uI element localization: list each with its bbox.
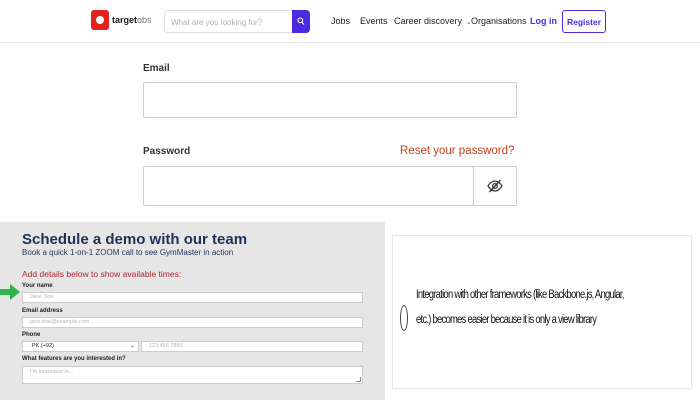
nav-jobs[interactable]: Jobs: [331, 16, 350, 26]
demo-phone-input[interactable]: 123 456 7890: [141, 341, 363, 352]
demo-features-textarea[interactable]: I'm interested in...: [22, 366, 363, 384]
password-label: Password: [143, 146, 191, 157]
email-label: Email: [143, 63, 170, 74]
search-input[interactable]: [171, 16, 291, 29]
demo-email-label: Email address: [22, 308, 63, 314]
option-radio[interactable]: [400, 305, 408, 331]
demo-phone-label: Phone: [22, 332, 41, 338]
country-code-select[interactable]: PK (+92) ⌄: [22, 341, 139, 352]
demo-email-input[interactable]: jane.doe@example.com: [22, 317, 363, 328]
panel-gap: [385, 222, 393, 400]
logo-mark-icon: [91, 10, 109, 30]
page: targetobs Jobs Events Career discovery⌄ …: [0, 0, 700, 400]
nav-career-label: Career discovery: [394, 16, 463, 26]
demo-features-label: What features are you interested in?: [22, 356, 126, 362]
site-logo[interactable]: targetobs: [91, 10, 152, 30]
register-button[interactable]: Register: [562, 10, 606, 33]
search-button[interactable]: [292, 10, 310, 33]
resize-grip-icon[interactable]: [356, 377, 361, 382]
demo-title: Schedule a demo with our team: [22, 231, 248, 248]
top-navbar: targetobs Jobs Events Career discovery⌄ …: [0, 0, 700, 43]
logo-text: targetobs: [112, 15, 152, 25]
search-box: [164, 10, 310, 33]
login-link[interactable]: Log in: [530, 16, 557, 26]
nav-career-discovery[interactable]: Career discovery ⌄: [394, 16, 472, 26]
demo-name-input[interactable]: Jane Doe: [22, 292, 363, 303]
demo-name-label: Your name: [22, 283, 53, 289]
nav-events[interactable]: Events: [360, 16, 388, 26]
reset-password-link[interactable]: Reset your password?: [400, 145, 514, 157]
demo-instructions: Add details below to show available time…: [22, 269, 182, 279]
search-icon: [297, 17, 305, 25]
eye-slash-icon: [487, 179, 503, 193]
demo-features-placeholder: I'm interested in...: [30, 369, 74, 375]
password-field[interactable]: [143, 166, 474, 206]
chevron-down-icon: ⌄: [129, 343, 135, 349]
option-text: Integration with other frameworks (like …: [416, 289, 624, 326]
demo-subtitle: Book a quick 1-on-1 ZOOM call to see Gym…: [22, 248, 234, 257]
green-arrow-icon: [0, 284, 20, 300]
country-code-value: PK (+92): [32, 343, 54, 349]
nav-organisations[interactable]: Organisations: [471, 16, 527, 26]
email-field[interactable]: [143, 82, 517, 118]
toggle-password-visibility-button[interactable]: [473, 166, 517, 206]
